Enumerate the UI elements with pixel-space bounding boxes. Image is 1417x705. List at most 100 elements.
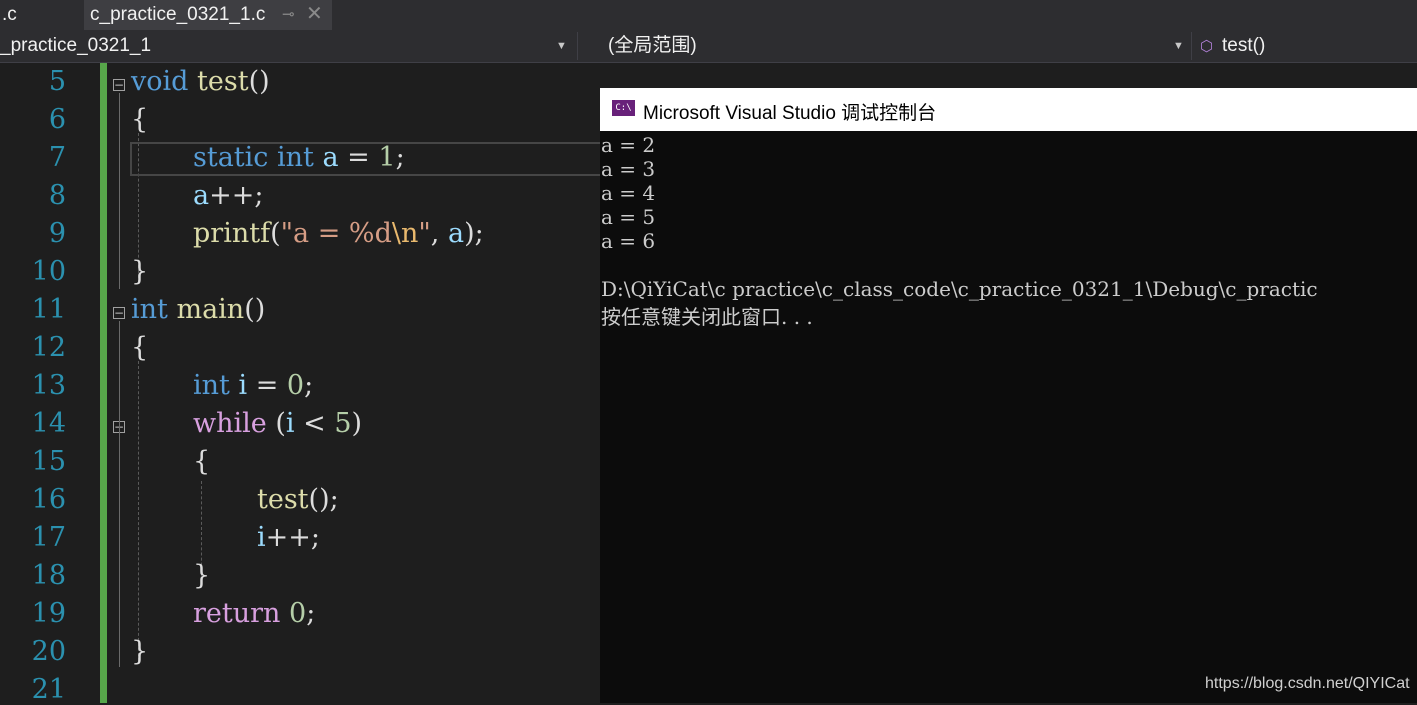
navigation-bar: _practice_0321_1 ▼ (全局范围) ▼ ⬡ test() (0, 30, 1417, 63)
tab-label: .c (2, 4, 17, 25)
code-line: } (193, 560, 210, 591)
console-app-icon: C:\ (612, 100, 635, 116)
number-token: 0 (289, 598, 307, 629)
chevron-down-icon[interactable]: ▼ (556, 32, 567, 60)
tab-active-file[interactable]: c_practice_0321_1.c ⊸ ✕ (84, 0, 332, 30)
console-title-bar[interactable]: C:\ Microsoft Visual Studio 调试控制台 (600, 88, 1417, 131)
line-number: 11 (31, 294, 66, 325)
console-output-line: D:\QiYiCat\c practice\c_class_code\c_pra… (601, 277, 1318, 301)
line-number: 20 (31, 636, 66, 667)
variable-token: a (447, 218, 465, 249)
keyword-token: int (277, 142, 314, 173)
control-keyword-token: while (193, 408, 267, 439)
code-line: while (i < 5) (193, 408, 362, 439)
line-number: 9 (48, 218, 66, 249)
punctuation-token: { (193, 446, 211, 477)
punctuation-token: = (338, 142, 379, 173)
keyword-token: void (131, 66, 189, 97)
variable-token: a (193, 180, 210, 211)
function-token: printf (193, 218, 271, 249)
number-token: 5 (334, 408, 352, 439)
project-dropdown-value: _practice_0321_1 (0, 35, 152, 56)
scope-dropdown[interactable]: (全局范围) ▼ (577, 32, 1189, 60)
code-line: int main() (131, 294, 265, 325)
console-output-line: a = 3 (601, 157, 656, 181)
collapse-icon[interactable]: − (113, 307, 125, 319)
number-token: 0 (286, 370, 305, 401)
console-output-line: 按任意键关闭此窗口. . . (601, 305, 813, 329)
line-number: 14 (31, 408, 66, 439)
punctuation-token: ; (395, 142, 405, 173)
punctuation-token: { (131, 104, 149, 135)
punctuation-token: < (294, 408, 335, 439)
outline-guide (119, 321, 120, 667)
tab-previous-file[interactable]: .c (0, 0, 86, 30)
keyword-token: int (193, 370, 230, 401)
code-line: static int a = 1; (193, 142, 405, 173)
line-number: 21 (31, 674, 66, 705)
console-title: Microsoft Visual Studio 调试控制台 (643, 103, 937, 124)
debug-console-window[interactable]: C:\ Microsoft Visual Studio 调试控制台 a = 2 … (600, 88, 1417, 703)
variable-token: i (238, 370, 248, 401)
member-dropdown[interactable]: ⬡ test() (1191, 32, 1417, 60)
console-output-line: a = 6 (601, 229, 656, 253)
punctuation-token: } (193, 560, 211, 591)
keyword-token: int (131, 294, 168, 325)
variable-token: a (322, 142, 339, 173)
keyword-token: static (193, 142, 269, 173)
punctuation-token: ; (304, 370, 314, 401)
line-number-gutter: 5 6 7 8 9 10 11 12 13 14 15 16 17 18 19 … (0, 63, 98, 705)
pin-icon[interactable]: ⊸ (282, 0, 295, 29)
chevron-down-icon[interactable]: ▼ (1173, 32, 1184, 60)
line-number: 7 (48, 142, 66, 173)
collapse-icon[interactable]: − (113, 79, 125, 91)
number-token: 1 (378, 142, 396, 173)
code-line: a++; (193, 180, 263, 211)
line-number: 5 (48, 66, 66, 97)
function-token: test (197, 66, 249, 97)
code-line: { (193, 446, 210, 477)
line-number: 13 (31, 370, 66, 401)
code-line: i++; (257, 522, 320, 553)
code-line: int i = 0; (193, 370, 313, 401)
line-number: 6 (48, 104, 66, 135)
line-number: 10 (31, 256, 66, 287)
punctuation-token: ( (270, 218, 281, 249)
function-token: main (176, 294, 245, 325)
method-cube-icon: ⬡ (1200, 38, 1214, 55)
project-dropdown[interactable]: _practice_0321_1 ▼ (0, 32, 572, 60)
punctuation-token: ++; (265, 522, 320, 553)
punctuation-token: ++; (209, 180, 264, 211)
line-number: 16 (31, 484, 66, 515)
line-number: 18 (31, 560, 66, 591)
punctuation-token: () (244, 294, 266, 325)
line-number: 12 (31, 332, 66, 363)
punctuation-token: (); (308, 484, 339, 515)
line-number: 15 (31, 446, 66, 477)
punctuation-token: } (131, 636, 149, 667)
variable-token: i (257, 522, 266, 553)
control-keyword-token: return (193, 598, 281, 629)
line-number: 17 (31, 522, 66, 553)
punctuation-token: ); (464, 218, 484, 249)
code-line: void test() (131, 66, 270, 97)
tab-label: c_practice_0321_1.c (90, 4, 266, 25)
console-output-line: a = 5 (601, 205, 656, 229)
punctuation-token: , (430, 218, 448, 249)
watermark-text: https://blog.csdn.net/QIYICat (1205, 675, 1410, 692)
close-icon[interactable]: ✕ (306, 0, 323, 29)
console-output-line: a = 2 (601, 133, 656, 157)
code-line: } (131, 636, 148, 667)
outline-guide (119, 93, 120, 289)
escape-token: \n (391, 218, 419, 249)
code-line: { (131, 104, 148, 135)
punctuation-token: ; (306, 598, 316, 629)
code-line: test(); (257, 484, 339, 515)
variable-token: i (285, 408, 295, 439)
code-line: { (131, 332, 148, 363)
punctuation-token: ) (351, 408, 363, 439)
punctuation-token: = (247, 370, 287, 401)
code-line: } (131, 256, 148, 287)
document-tab-strip: .c c_practice_0321_1.c ⊸ ✕ (0, 0, 1417, 30)
function-token: test (257, 484, 309, 515)
